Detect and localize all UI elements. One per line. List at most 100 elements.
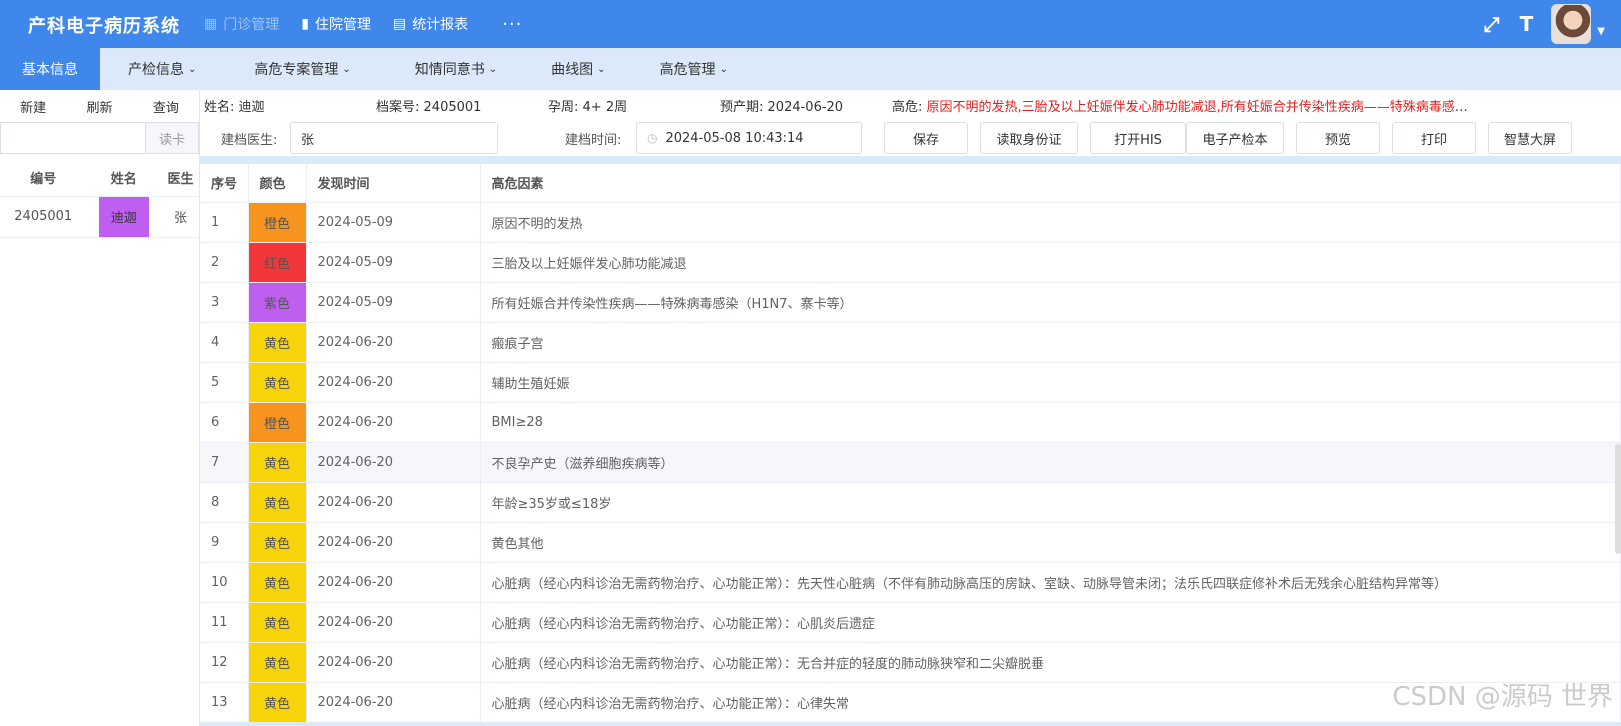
tab-curve[interactable]: 曲线图 ⌄ bbox=[531, 48, 625, 90]
app-title: 产科电子病历系统 bbox=[28, 16, 180, 37]
read-card-button[interactable]: 读卡 bbox=[146, 122, 199, 154]
print-button[interactable]: 打印 bbox=[1392, 122, 1476, 154]
table-row[interactable]: 1 橙色 2024-05-09 原因不明的发热 bbox=[200, 202, 1621, 243]
doctor-input[interactable]: 张 bbox=[290, 122, 498, 154]
patient-name: 迪迦 bbox=[98, 196, 149, 237]
chevron-down-icon: ⌄ bbox=[188, 63, 197, 75]
font-size-icon[interactable]: T bbox=[1520, 12, 1534, 36]
row-date: 2024-06-20 bbox=[306, 522, 481, 563]
row-date: 2024-06-20 bbox=[306, 482, 481, 523]
sub-nav: 基本信息 产检信息 ⌄ 高危专案管理 ⌄ 知情同意书 ⌄ 曲线图 ⌄ 高危管理 ⌄ bbox=[0, 48, 1621, 90]
row-factor: 所有妊娠合并传染性疾病——特殊病毒感染（H1N7、寨卡等） bbox=[480, 282, 1621, 323]
row-color-cell: 黄色 bbox=[248, 322, 307, 363]
table-row[interactable]: 3 紫色 2024-05-09 所有妊娠合并传染性疾病——特殊病毒感染（H1N7、寨卡… bbox=[200, 282, 1621, 323]
risk-field: 高危: 原因不明的发热,三胎及以上妊娠伴发心肺功能减退,所有妊娠合并传染性疾病—… bbox=[892, 96, 1472, 115]
col-date: 发现时间 bbox=[306, 164, 481, 203]
row-factor: 辅助生殖妊娠 bbox=[480, 362, 1621, 403]
color-badge: 黄色 bbox=[248, 522, 305, 561]
table-header: 序号 颜色 发现时间 高危因素 bbox=[200, 164, 1621, 203]
row-no: 11 bbox=[200, 602, 249, 643]
color-badge: 黄色 bbox=[248, 442, 305, 481]
patient-list: 编号 姓名 医生 2405001 迪迦 张 bbox=[0, 160, 200, 238]
nav-reports-label: 统计报表 bbox=[412, 17, 469, 33]
tab-high-risk-case-label: 高危专案管理 bbox=[254, 62, 339, 78]
row-no: 13 bbox=[200, 682, 249, 723]
patient-list-header: 编号 姓名 医生 bbox=[0, 160, 200, 197]
doctor-label: 建档医生: bbox=[221, 133, 278, 148]
patient-row[interactable]: 2405001 迪迦 张 bbox=[0, 196, 200, 238]
table-row[interactable]: 4 黄色 2024-06-20 瘢痕子宫 bbox=[200, 322, 1621, 363]
row-color-cell: 黄色 bbox=[248, 362, 307, 403]
refresh-button[interactable]: 刷新 bbox=[66, 97, 132, 116]
watermark: CSDN @源码 世界 bbox=[1392, 682, 1613, 712]
nav-inpatient-label: 住院管理 bbox=[314, 17, 371, 33]
patient-info-row: 姓名: 迪迦 档案号: 2405001 孕周: 4+ 2周 预产期: 2024-… bbox=[200, 90, 1621, 120]
sidebar-search: 读卡 bbox=[0, 122, 199, 154]
preview-button[interactable]: 预览 bbox=[1296, 122, 1380, 154]
row-color-cell: 黄色 bbox=[248, 442, 307, 483]
tab-basic-info-label: 基本信息 bbox=[22, 62, 78, 78]
tab-high-risk-mgmt[interactable]: 高危管理 ⌄ bbox=[640, 48, 748, 90]
table-row[interactable]: 10 黄色 2024-06-20 心脏病（经心内科诊治无需药物治疗、心功能正常）：先天… bbox=[200, 562, 1621, 603]
chevron-down-icon: ⌄ bbox=[597, 63, 606, 75]
row-factor: 心脏病（经心内科诊治无需药物治疗、心功能正常）：心肌炎后遗症 bbox=[480, 602, 1621, 643]
row-factor: 三胎及以上妊娠伴发心肺功能减退 bbox=[480, 242, 1621, 283]
row-date: 2024-06-20 bbox=[306, 402, 481, 443]
row-no: 12 bbox=[200, 642, 249, 683]
due-value: 2024-06-20 bbox=[767, 100, 844, 115]
gest-field: 孕周: 4+ 2周 bbox=[548, 96, 627, 115]
table-row[interactable]: 11 黄色 2024-06-20 心脏病（经心内科诊治无需药物治疗、心功能正常）：心肌… bbox=[200, 602, 1621, 643]
col-doctor: 医生 bbox=[161, 160, 200, 197]
tab-consent[interactable]: 知情同意书 ⌄ bbox=[395, 48, 517, 90]
smart-screen-button[interactable]: 智慧大屏 bbox=[1488, 122, 1572, 154]
fullscreen-icon[interactable]: ⤢ bbox=[1484, 12, 1500, 36]
action-row: 建档医生: 张 建档时间: ◷ 2024-05-08 10:43:14 保存 读… bbox=[200, 120, 1621, 156]
tab-basic-info[interactable]: 基本信息 bbox=[0, 48, 100, 90]
col-name: 姓名 bbox=[86, 160, 162, 197]
high-risk-table: 序号 颜色 发现时间 高危因素 1 橙色 2024-05-09 原因不明的发热 2 红色 2… bbox=[200, 164, 1621, 723]
row-no: 7 bbox=[200, 442, 249, 483]
open-his-button[interactable]: 打开HIS bbox=[1090, 122, 1186, 154]
row-factor: 黄色其他 bbox=[480, 522, 1621, 563]
query-button[interactable]: 查询 bbox=[133, 97, 199, 116]
row-date: 2024-06-20 bbox=[306, 362, 481, 403]
row-factor: BMI≥28 bbox=[480, 402, 1621, 443]
file-field: 档案号: 2405001 bbox=[376, 96, 481, 115]
row-color-cell: 橙色 bbox=[248, 402, 307, 443]
scrollbar-thumb[interactable] bbox=[1615, 444, 1621, 554]
nav-outpatient[interactable]: ▦ 门诊管理 bbox=[204, 14, 279, 34]
row-date: 2024-05-09 bbox=[306, 282, 481, 323]
caret-down-icon[interactable]: ▼ bbox=[1597, 26, 1605, 37]
color-badge: 黄色 bbox=[248, 682, 305, 721]
chevron-down-icon: ⌄ bbox=[342, 63, 351, 75]
avatar[interactable] bbox=[1551, 4, 1592, 44]
nav-reports[interactable]: ▤ 统计报表 bbox=[393, 14, 468, 34]
table-row[interactable]: 5 黄色 2024-06-20 辅助生殖妊娠 bbox=[200, 362, 1621, 403]
time-label: 建档时间: bbox=[565, 133, 622, 148]
col-color: 颜色 bbox=[248, 164, 307, 203]
new-button[interactable]: 新建 bbox=[0, 97, 66, 116]
table-row[interactable]: 9 黄色 2024-06-20 黄色其他 bbox=[200, 522, 1621, 563]
table-row[interactable]: 8 黄色 2024-06-20 年龄≥35岁或≤18岁 bbox=[200, 482, 1621, 523]
due-field: 预产期: 2024-06-20 bbox=[720, 96, 843, 115]
time-picker[interactable]: ◷ 2024-05-08 10:43:14 bbox=[636, 122, 862, 154]
e-prenatal-book-button[interactable]: 电子产检本 bbox=[1186, 122, 1284, 154]
table-row[interactable]: 7 黄色 2024-06-20 不良孕产史（滋养细胞疾病等） bbox=[200, 442, 1621, 483]
row-no: 9 bbox=[200, 522, 249, 563]
row-date: 2024-05-09 bbox=[306, 202, 481, 243]
more-icon[interactable]: ··· bbox=[502, 14, 522, 35]
row-factor: 不良孕产史（滋养细胞疾病等） bbox=[480, 442, 1621, 483]
row-no: 4 bbox=[200, 322, 249, 363]
grid-icon: ▦ bbox=[204, 16, 218, 32]
nav-inpatient[interactable]: ▮ 住院管理 bbox=[301, 14, 371, 34]
table-row[interactable]: 6 橙色 2024-06-20 BMI≥28 bbox=[200, 402, 1621, 443]
chevron-down-icon: ⌄ bbox=[488, 63, 498, 75]
tab-high-risk-case[interactable]: 高危专案管理 ⌄ bbox=[234, 48, 370, 90]
chevron-down-icon: ⌄ bbox=[719, 63, 728, 75]
table-row[interactable]: 2 红色 2024-05-09 三胎及以上妊娠伴发心肺功能减退 bbox=[200, 242, 1621, 283]
read-id-card-button[interactable]: 读取身份证 bbox=[980, 122, 1078, 154]
tab-prenatal-info[interactable]: 产检信息 ⌄ bbox=[108, 48, 216, 90]
row-color-cell: 紫色 bbox=[248, 282, 307, 323]
search-input[interactable] bbox=[0, 122, 146, 154]
save-button[interactable]: 保存 bbox=[884, 122, 968, 154]
